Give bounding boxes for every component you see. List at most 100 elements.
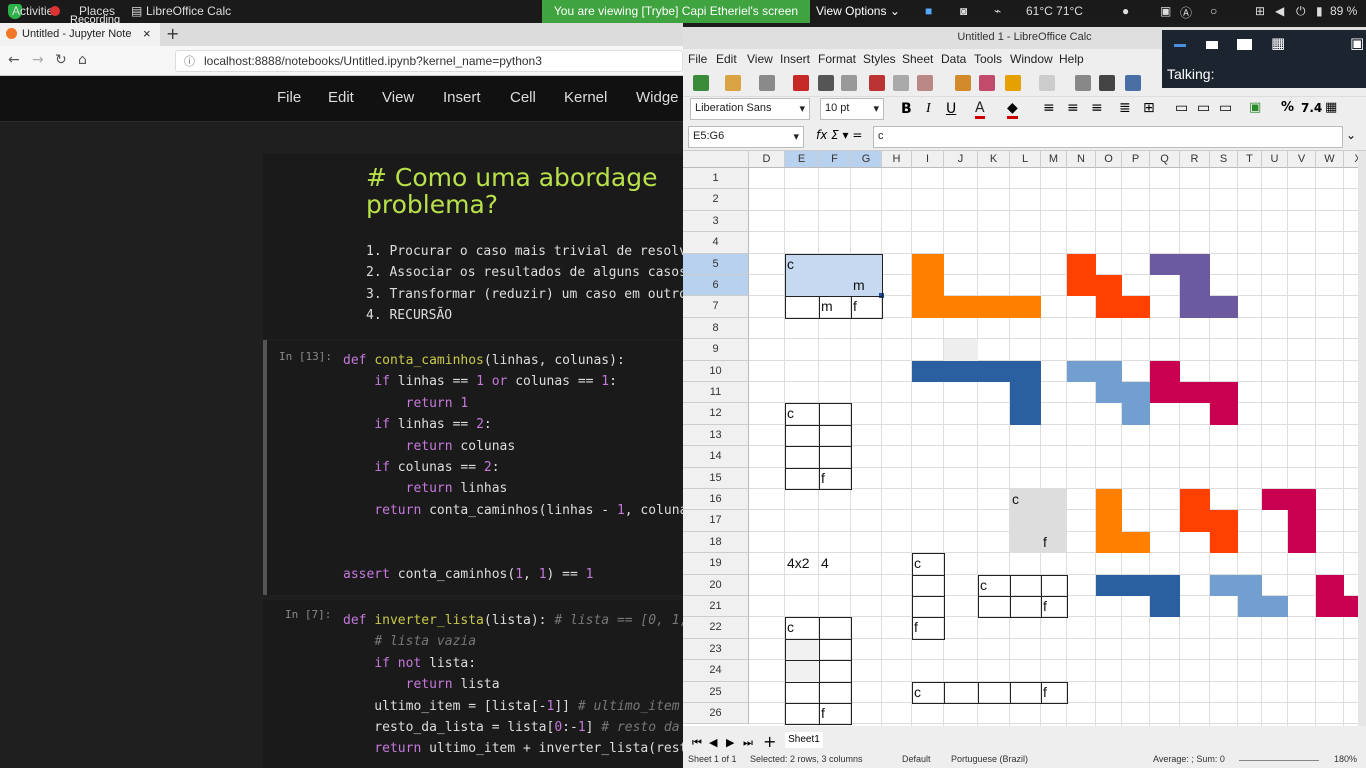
calc-menu-data[interactable]: Data (941, 52, 966, 66)
row-header[interactable]: 14 (683, 446, 749, 468)
status-language[interactable]: Portuguese (Brazil) (951, 754, 1028, 764)
minimize-icon[interactable] (1174, 44, 1186, 47)
copy-icon[interactable] (893, 75, 909, 91)
calc-menu-tools[interactable]: Tools (974, 52, 1002, 66)
save-icon[interactable] (759, 75, 775, 91)
wrap-text-icon[interactable]: ≣ (1119, 100, 1131, 116)
close-tab-icon[interactable]: × (143, 26, 151, 41)
column-header[interactable]: K (978, 151, 1010, 168)
font-size-box[interactable]: 10 pt ▾ (820, 98, 884, 120)
layout-large-icon[interactable] (1237, 39, 1252, 50)
row-header[interactable]: 20 (683, 574, 749, 596)
indicator-icon[interactable]: ▣ (1160, 4, 1171, 18)
row-header[interactable]: 21 (683, 596, 749, 618)
find-replace-icon[interactable] (1075, 75, 1091, 91)
next-sheet-icon[interactable]: ▶ (726, 736, 734, 749)
italic-icon[interactable]: I (926, 101, 931, 117)
column-header[interactable]: S (1210, 151, 1238, 168)
column-header[interactable]: E (785, 151, 819, 168)
site-info-icon[interactable]: ⓘ (184, 53, 195, 69)
app-menu[interactable]: LibreOffice Calc (146, 4, 231, 18)
expand-formula-icon[interactable]: ⌄ (1346, 128, 1356, 142)
column-header[interactable]: R (1180, 151, 1210, 168)
undo-icon[interactable] (1005, 75, 1021, 91)
camera-icon[interactable]: ◙ (960, 4, 967, 18)
bold-icon[interactable]: B (901, 101, 912, 117)
row-header[interactable]: 25 (683, 681, 749, 703)
align-top-icon[interactable]: ▭ (1175, 100, 1188, 116)
meeting-icon[interactable]: ■ (925, 4, 932, 18)
keyboard-icon[interactable]: Ⓐ (1180, 4, 1192, 21)
menu-file[interactable]: File (277, 89, 301, 106)
prev-sheet-icon[interactable]: ◀ (709, 736, 717, 749)
name-box[interactable]: E5:G6 ▾ (688, 126, 804, 148)
column-header[interactable]: V (1288, 151, 1316, 168)
new-document-icon[interactable] (693, 75, 709, 91)
layout-small-icon[interactable] (1206, 41, 1218, 49)
calc-menu-edit[interactable]: Edit (716, 52, 737, 66)
calc-menu-help[interactable]: Help (1059, 52, 1084, 66)
row-header[interactable]: 1 (683, 168, 749, 190)
calc-menu-format[interactable]: Format (818, 52, 856, 66)
first-sheet-icon[interactable]: ⏮ (692, 736, 702, 750)
status-page-style[interactable]: Default (902, 754, 931, 764)
zoom-level[interactable]: 180% (1334, 754, 1357, 764)
places-menu[interactable]: Places (79, 4, 115, 18)
row-header[interactable]: 26 (683, 703, 749, 725)
row-header[interactable]: 24 (683, 660, 749, 682)
font-name-box[interactable]: Liberation Sans ▾ (690, 98, 810, 120)
column-header[interactable]: F (819, 151, 851, 168)
power-icon[interactable]: ⏻ (1296, 4, 1306, 19)
redo-icon[interactable] (1039, 75, 1055, 91)
spellcheck-icon[interactable] (1099, 75, 1115, 91)
row-header[interactable]: 18 (683, 531, 749, 554)
address-bar[interactable]: ⓘ localhost:8888/notebooks/Untitled.ipyn… (175, 50, 683, 72)
calc-menu-sheet[interactable]: Sheet (902, 52, 933, 66)
row-header[interactable]: 19 (683, 553, 749, 575)
number-format-icon[interactable]: 7.4 (1301, 101, 1322, 115)
row-header[interactable]: 6 (683, 275, 749, 297)
vertical-scrollbar[interactable] (1358, 151, 1366, 726)
paste-icon[interactable] (917, 75, 933, 91)
status-circle-icon[interactable]: ○ (1210, 4, 1217, 18)
align-bottom-icon[interactable]: ▭ (1219, 100, 1232, 116)
calc-menu-file[interactable]: File (688, 52, 707, 66)
column-header[interactable]: Q (1150, 151, 1180, 168)
add-sheet-button[interactable]: + (763, 732, 776, 751)
chat-icon[interactable]: ● (1122, 4, 1129, 18)
row-header[interactable]: 11 (683, 382, 749, 404)
new-tab-button[interactable]: + (166, 24, 179, 43)
code-editor[interactable]: def conta_caminhos(linhas, colunas): if … (343, 350, 695, 585)
row-header[interactable]: 9 (683, 339, 749, 361)
back-icon[interactable]: ← (8, 52, 20, 68)
column-header[interactable]: W (1316, 151, 1344, 168)
export-pdf-icon[interactable] (793, 75, 809, 91)
zoom-slider[interactable] (1239, 760, 1319, 761)
last-sheet-icon[interactable]: ⏭ (743, 736, 753, 750)
column-header[interactable]: X (1344, 151, 1358, 168)
calc-menu-insert[interactable]: Insert (780, 52, 810, 66)
home-icon[interactable]: ⌂ (78, 52, 87, 68)
column-header[interactable]: L (1010, 151, 1041, 168)
row-header[interactable]: 23 (683, 638, 749, 661)
currency-icon[interactable]: ▣ (1249, 100, 1261, 115)
row-header[interactable]: 8 (683, 317, 749, 340)
column-header[interactable]: N (1067, 151, 1096, 168)
align-right-icon[interactable]: ≡ (1091, 100, 1103, 116)
column-header[interactable]: O (1096, 151, 1122, 168)
markdown-cell[interactable]: # Como uma abordage problema? 1. Procurar… (263, 154, 695, 339)
code-cell-conta-caminhos[interactable]: In [13]: def conta_caminhos(linhas, colu… (267, 340, 695, 595)
row-header[interactable]: 12 (683, 403, 749, 425)
row-header[interactable]: 3 (683, 210, 749, 233)
view-options-button[interactable]: View Options ⌄ (816, 4, 900, 18)
align-center-icon[interactable]: ≡ (1067, 100, 1079, 116)
row-header[interactable]: 2 (683, 189, 749, 211)
percent-icon[interactable]: % (1281, 100, 1294, 115)
column-header[interactable]: I (912, 151, 944, 168)
column-header[interactable]: U (1262, 151, 1288, 168)
column-header[interactable]: G (851, 151, 882, 168)
align-left-icon[interactable]: ≡ (1043, 100, 1055, 116)
calc-menu-window[interactable]: Window (1010, 52, 1053, 66)
fullscreen-icon[interactable]: ▣ (1350, 34, 1364, 52)
row-header[interactable]: 7 (683, 296, 749, 318)
